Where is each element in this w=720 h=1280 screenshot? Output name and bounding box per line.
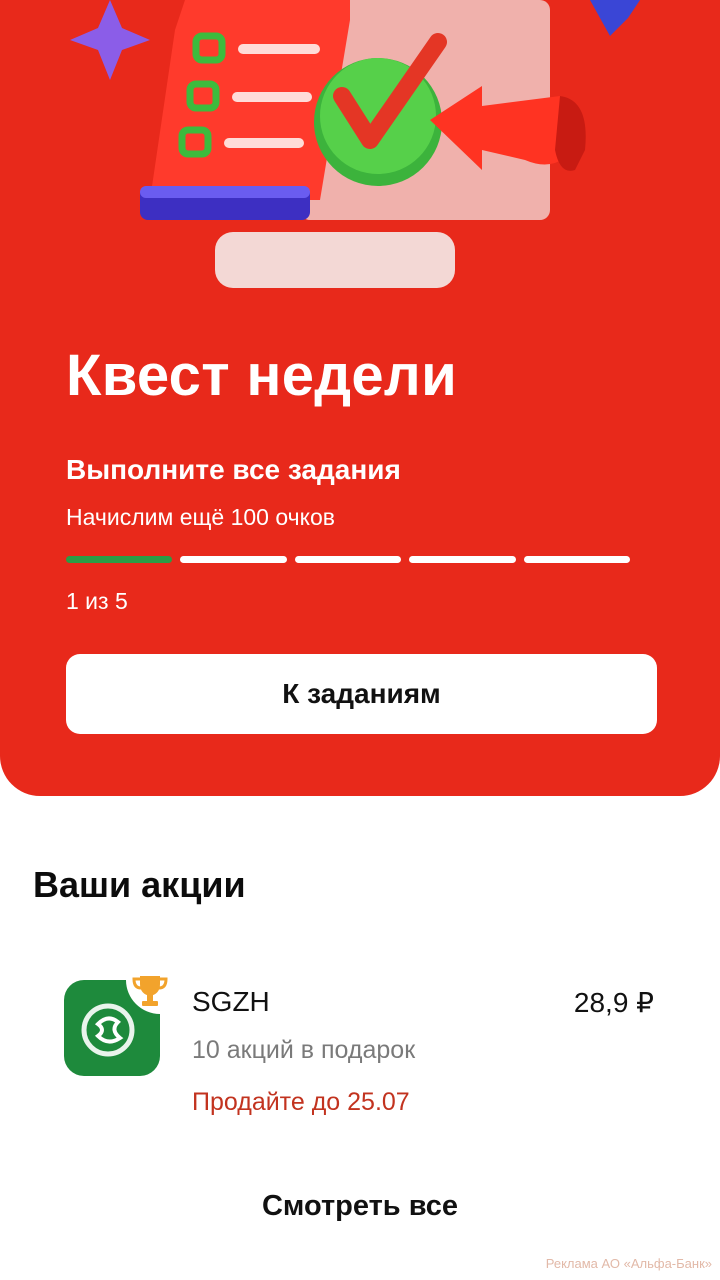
- promotion-item[interactable]: SGZH 28,9 ₽ 10 акций в подарок Продайте …: [64, 972, 664, 1122]
- promotions-title: Ваши акции: [33, 864, 246, 905]
- see-all-button[interactable]: Смотреть все: [0, 1190, 720, 1223]
- ad-disclaimer: Реклама АО «Альфа-Банк»: [545, 1256, 712, 1271]
- star-icon-blue: [590, 0, 640, 36]
- progress-segment-5: [523, 556, 631, 563]
- quest-title: Квест недели: [66, 343, 458, 408]
- quest-description: Начислим ещё 100 очков: [66, 504, 335, 530]
- progress-segment-4: [409, 556, 516, 563]
- progress-segment-1: [66, 556, 173, 563]
- promotion-price: 28,9 ₽: [573, 987, 654, 1018]
- to-tasks-button[interactable]: К заданиям: [66, 654, 657, 734]
- promotion-gift-text: 10 акций в подарок: [192, 1036, 416, 1064]
- promotion-deadline: Продайте до 25.07: [192, 1088, 410, 1116]
- quest-progress-bar: [66, 556, 631, 564]
- promotion-name: SGZH: [192, 986, 270, 1017]
- progress-segment-2: [180, 556, 287, 563]
- progress-segment-3: [294, 556, 402, 563]
- quest-progress-text: 1 из 5: [66, 588, 128, 614]
- quest-card: Квест недели Выполните все задания Начис…: [0, 0, 720, 796]
- quest-subtitle: Выполните все задания: [66, 454, 401, 485]
- star-icon: [70, 0, 150, 80]
- trophy-icon: [132, 976, 168, 1006]
- quest-illustration: [70, 0, 640, 288]
